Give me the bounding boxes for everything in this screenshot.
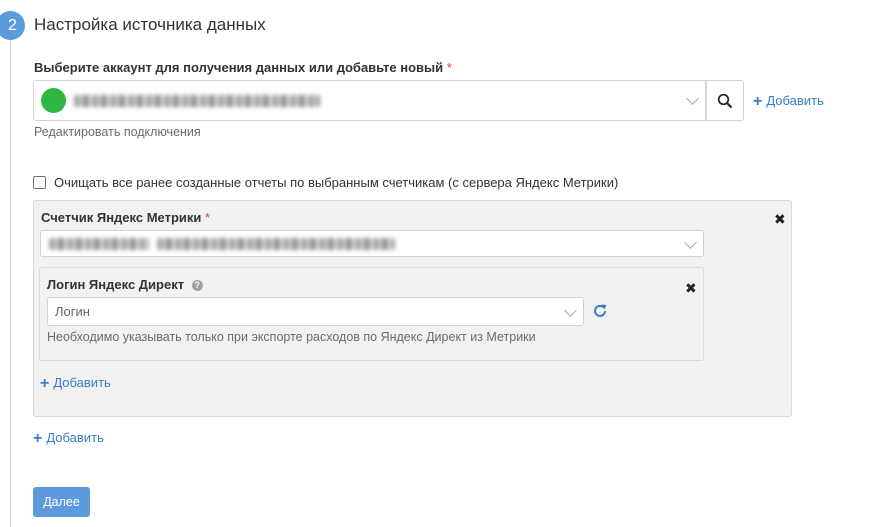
refresh-icon[interactable] [592,303,608,319]
help-icon[interactable]: ? [191,280,203,291]
required-mark: * [205,210,211,225]
add-login-button[interactable]: + Добавить [40,374,111,392]
add-login-label: Добавить [53,375,111,390]
plus-icon: + [753,93,763,110]
direct-login-label: Логин Яндекс Директ ? [47,277,203,292]
counter-value-obscured [157,238,395,250]
counter-select[interactable] [40,230,704,257]
plus-icon: + [33,430,43,447]
chevron-down-icon [684,236,697,249]
required-mark: * [446,60,452,75]
chevron-down-icon [686,92,699,105]
remove-counter-icon[interactable]: ✖ [774,212,786,226]
counter-label-text: Счетчик Яндекс Метрики [41,210,202,225]
account-label: Выберите аккаунт для получения данных ил… [34,60,452,75]
add-counter-button[interactable]: + Добавить [33,429,104,447]
account-name-obscured [74,95,320,107]
plus-icon: + [40,375,50,392]
account-select[interactable] [33,80,706,121]
direct-login-hint: Необходимо указывать только при экспорте… [47,330,536,344]
counter-value-obscured [49,238,149,250]
remove-login-icon[interactable]: ✖ [685,281,697,295]
search-button[interactable] [706,80,744,121]
direct-login-label-text: Логин Яндекс Директ [47,277,185,292]
add-account-label: Добавить [766,93,824,108]
section-title: Настройка источника данных [34,15,266,34]
search-icon [717,93,733,109]
clear-reports-label: Очищать все ранее созданные отчеты по вы… [54,175,619,190]
add-account-button[interactable]: + Добавить [753,92,824,110]
next-button[interactable]: Далее [33,487,90,517]
direct-login-select[interactable]: Логин [47,297,584,326]
step-timeline [10,40,11,527]
direct-login-placeholder: Логин [55,304,90,319]
add-counter-label: Добавить [46,430,104,445]
account-status-dot [41,88,66,113]
step-number-badge: 2 [0,11,25,40]
counter-label: Счетчик Яндекс Метрики * [41,210,210,225]
edit-connections-link[interactable]: Редактировать подключения [34,125,201,139]
clear-reports-checkbox[interactable] [33,176,46,189]
account-label-text: Выберите аккаунт для получения данных ил… [34,60,444,75]
chevron-down-icon [564,304,577,317]
